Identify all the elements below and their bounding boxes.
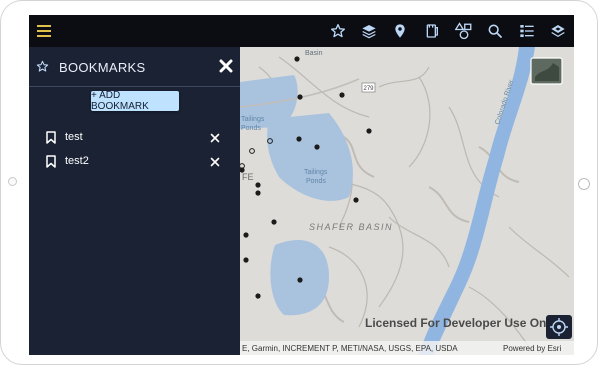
top-toolbar — [29, 15, 574, 47]
location-button[interactable] — [389, 20, 411, 42]
powered-by-esri[interactable]: Powered by Esri — [503, 344, 561, 353]
home-button[interactable] — [578, 178, 590, 190]
print-icon — [426, 24, 438, 38]
app-screen: 279 Basin Tailings Ponds Tailings Ponds … — [29, 15, 574, 355]
map-label-shafer-basin: SHAFER BASIN — [309, 222, 393, 232]
map-label-ponds-center: Ponds — [306, 178, 326, 185]
road-shield-label: 279 — [363, 86, 374, 92]
basemap-icon — [551, 25, 565, 37]
map-label-basin: Basin — [305, 50, 323, 57]
panel-title: BOOKMARKS — [59, 60, 146, 75]
bookmark-icon — [46, 155, 56, 168]
bookmark-label: test2 — [65, 155, 89, 167]
developer-watermark: Licensed For Developer Use Only — [365, 316, 557, 330]
map-label-ponds-left: Ponds — [241, 125, 261, 132]
bookmarks-button[interactable] — [327, 20, 349, 42]
locate-button[interactable] — [546, 315, 572, 339]
star-icon — [331, 24, 345, 38]
map-label-tailings-left: Tailings — [241, 116, 265, 123]
legend-list-icon — [520, 25, 534, 37]
location-pin-icon — [395, 24, 405, 38]
shapes-icon — [455, 22, 472, 40]
map-label-fe: FE — [242, 172, 254, 182]
shapes-button[interactable] — [453, 20, 475, 42]
search-button[interactable] — [484, 20, 506, 42]
tablet-frame: 279 Basin Tailings Ponds Tailings Ponds … — [0, 0, 598, 365]
bookmark-icon — [46, 131, 56, 144]
add-bookmark-button[interactable]: + ADD BOOKMARK — [91, 90, 179, 112]
close-panel-icon[interactable] — [219, 59, 233, 73]
bookmark-label: test — [65, 131, 83, 143]
bookmarks-panel: BOOKMARKS + ADD BOOKMARK test test2 — [29, 47, 240, 355]
star-icon — [36, 60, 49, 72]
layers-button[interactable] — [358, 20, 380, 42]
map-attribution: E, Garmin, INCREMENT P, METI/NASA, USGS,… — [242, 344, 458, 353]
bookmark-item[interactable]: test2 — [29, 151, 240, 173]
delete-bookmark-icon[interactable] — [210, 157, 220, 167]
front-camera — [8, 177, 17, 186]
menu-icon — [37, 25, 51, 37]
layers-icon — [362, 25, 376, 39]
menu-button[interactable] — [33, 20, 55, 42]
map-label-tailings-center: Tailings — [304, 169, 328, 176]
search-icon — [488, 24, 502, 38]
delete-bookmark-icon[interactable] — [210, 133, 220, 143]
bookmarks-panel-header: BOOKMARKS — [29, 47, 240, 87]
print-button[interactable] — [421, 20, 443, 42]
bookmark-item[interactable]: test — [29, 127, 240, 149]
legend-button[interactable] — [516, 20, 538, 42]
basemap-button[interactable] — [547, 20, 569, 42]
